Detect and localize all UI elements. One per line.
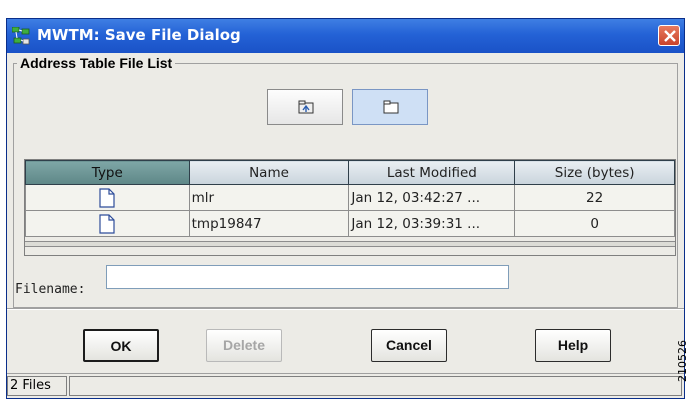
type-cell: [25, 184, 190, 211]
column-header-name[interactable]: Name: [188, 160, 350, 185]
close-button[interactable]: [658, 25, 680, 46]
file-count: 2 Files: [7, 376, 67, 396]
filename-label: Filename:: [15, 282, 86, 297]
status-message: [69, 376, 682, 396]
filename-input[interactable]: [106, 265, 509, 289]
network-app-icon: [12, 27, 30, 45]
table-header-row: Type Name Last Modified Size (bytes): [25, 160, 675, 185]
up-folder-icon: [298, 100, 314, 114]
close-icon: [664, 30, 676, 42]
file-icon: [99, 213, 115, 234]
file-table-grid: Type Name Last Modified Size (bytes) mlr: [25, 160, 675, 237]
figure-id-label: 210526: [676, 340, 689, 382]
file-icon: [99, 187, 115, 208]
column-header-size[interactable]: Size (bytes): [514, 160, 675, 185]
horizontal-scrollbar[interactable]: [25, 241, 675, 247]
save-file-dialog: MWTM: Save File Dialog Address Table Fil…: [6, 18, 685, 399]
new-folder-button[interactable]: [352, 89, 428, 125]
delete-button: Delete: [206, 329, 282, 362]
column-header-last-modified[interactable]: Last Modified: [348, 160, 516, 185]
window-title: MWTM: Save File Dialog: [37, 26, 241, 44]
name-cell: mlr: [188, 184, 350, 211]
column-header-type[interactable]: Type: [25, 160, 190, 185]
modified-cell: Jan 12, 03:39:31 ...: [348, 210, 516, 237]
modified-cell: Jan 12, 03:42:27 ...: [348, 184, 516, 211]
ok-button[interactable]: OK: [83, 329, 159, 362]
file-table[interactable]: Type Name Last Modified Size (bytes) mlr: [24, 159, 676, 256]
cancel-button[interactable]: Cancel: [371, 329, 447, 362]
title-bar[interactable]: MWTM: Save File Dialog: [7, 19, 684, 53]
divider: [7, 308, 684, 310]
name-cell: tmp19847: [188, 210, 350, 237]
group-title: Address Table File List: [17, 55, 176, 71]
new-folder-icon: [383, 100, 399, 114]
help-button[interactable]: Help: [535, 329, 611, 362]
status-bar: 2 Files: [7, 373, 684, 398]
type-cell: [25, 210, 190, 237]
size-cell: 22: [514, 184, 675, 211]
table-row[interactable]: mlr Jan 12, 03:42:27 ... 22: [25, 184, 675, 211]
up-folder-button[interactable]: [267, 89, 343, 125]
table-row[interactable]: tmp19847 Jan 12, 03:39:31 ... 0: [25, 210, 675, 237]
size-cell: 0: [514, 210, 675, 237]
